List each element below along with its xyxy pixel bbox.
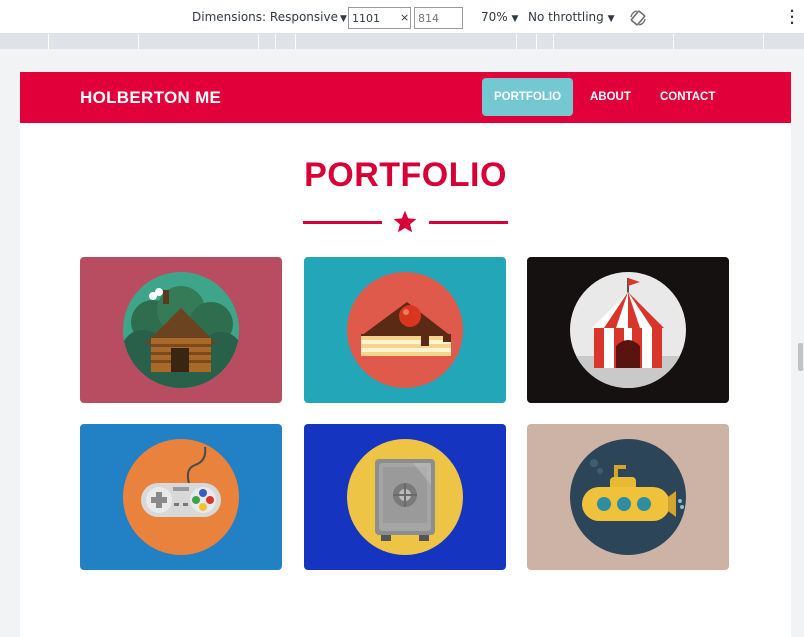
cabin-icon <box>123 272 239 388</box>
rotate-icon[interactable] <box>628 8 648 28</box>
nav-portfolio[interactable]: PORTFOLIO <box>482 78 573 116</box>
media-query-bar[interactable] <box>0 34 804 49</box>
nav-about[interactable]: ABOUT <box>580 78 641 116</box>
dimensions-label: Dimensions: Responsive <box>192 10 338 24</box>
portfolio-item-submarine[interactable] <box>527 424 729 570</box>
more-options-icon[interactable]: · · · <box>786 5 798 29</box>
divider-line-right <box>429 221 508 224</box>
throttling-caret-icon: ▼ <box>607 14 615 24</box>
resize-handle[interactable] <box>798 343 803 371</box>
portfolio-item-controller[interactable] <box>80 424 282 570</box>
zoom-caret-icon: ▼ <box>511 14 519 24</box>
safe-icon <box>347 439 463 555</box>
throttling-dropdown[interactable]: No throttling ▼ <box>528 10 615 24</box>
throttling-value: No throttling <box>528 10 604 24</box>
portfolio-item-cabin[interactable] <box>80 257 282 403</box>
game-controller-icon <box>123 439 239 555</box>
portfolio-item-cake[interactable] <box>304 257 506 403</box>
nav-contact[interactable]: CONTACT <box>650 78 725 116</box>
device-viewport: HOLBERTON ME PORTFOLIO ABOUT CONTACT POR… <box>20 72 791 637</box>
height-input[interactable] <box>414 7 463 29</box>
zoom-value: 70% <box>481 10 508 24</box>
portfolio-item-circus[interactable] <box>527 257 729 403</box>
circus-tent-icon <box>570 272 686 388</box>
divider-line-left <box>303 221 382 224</box>
dimension-separator: × <box>400 11 410 24</box>
page-title: PORTFOLIO <box>304 156 507 194</box>
submarine-icon <box>570 439 686 555</box>
star-icon <box>393 210 417 233</box>
dimensions-dropdown[interactable]: Dimensions: Responsive ▼ <box>192 10 347 24</box>
zoom-dropdown[interactable]: 70% ▼ <box>481 10 518 24</box>
dimensions-caret-icon: ▼ <box>339 14 347 24</box>
portfolio-item-safe[interactable] <box>304 424 506 570</box>
brand-logo[interactable]: HOLBERTON ME <box>80 88 221 108</box>
site-header: HOLBERTON ME PORTFOLIO ABOUT CONTACT <box>20 72 791 123</box>
cake-icon <box>347 272 463 388</box>
devtools-device-toolbar: Dimensions: Responsive▼ × 70% ▼ No throt… <box>0 0 804 34</box>
